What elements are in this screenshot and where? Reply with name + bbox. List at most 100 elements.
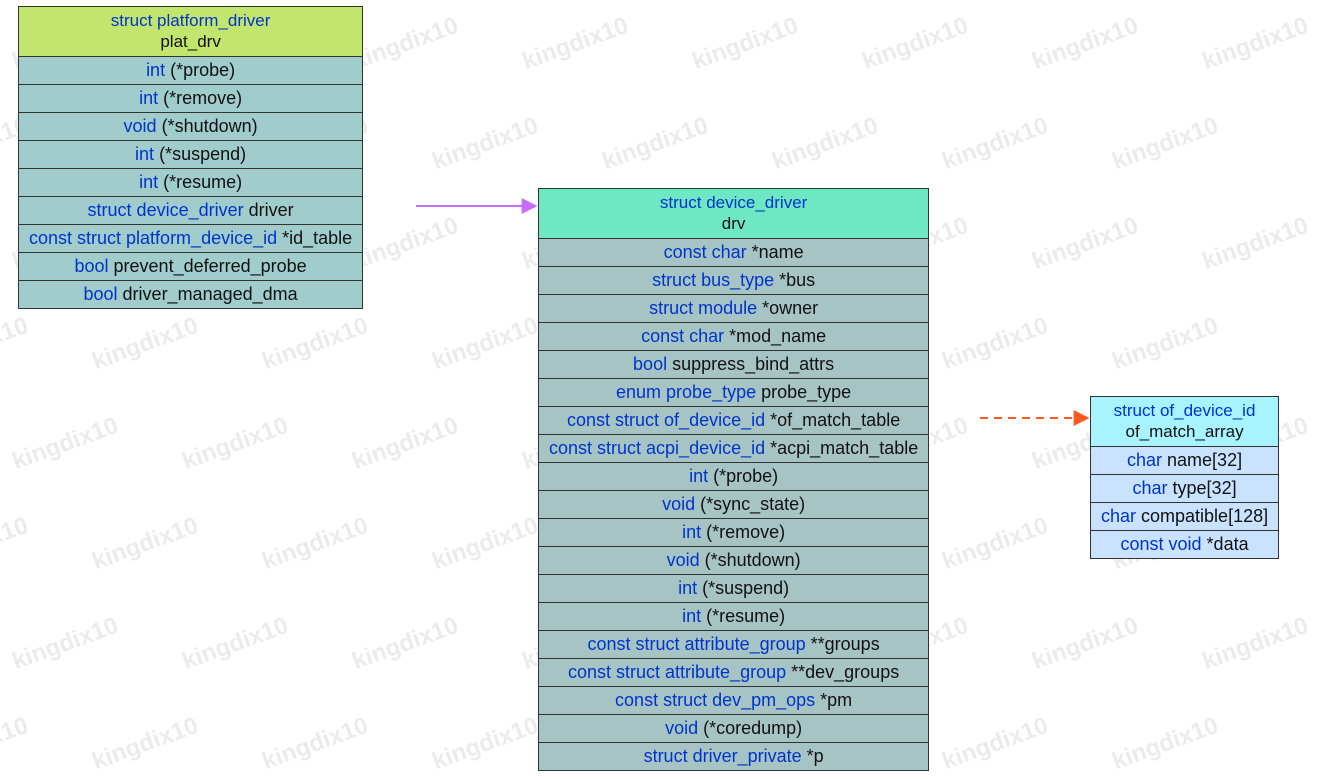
watermark-text: kingdix10	[179, 612, 293, 676]
drv-row: int (*remove)	[539, 518, 929, 546]
drv-type: const struct of_device_id	[567, 410, 765, 430]
plat-row: int (*remove)	[19, 84, 363, 112]
drv-field: probe_type	[756, 382, 851, 402]
watermark-text: kingdix10	[349, 412, 463, 476]
ofm-row: char compatible[128]	[1091, 502, 1279, 530]
drv-type: void	[662, 494, 695, 514]
drv-field: *mod_name	[724, 326, 826, 346]
watermark-text: kingdix10	[1199, 212, 1313, 276]
drv-type: const struct attribute_group	[568, 662, 786, 682]
plat-field: (*suspend)	[154, 144, 246, 164]
plat-type: bool	[84, 284, 118, 304]
drv-row: struct driver_private *p	[539, 742, 929, 770]
drv-row: int (*resume)	[539, 602, 929, 630]
drv-field: (*coredump)	[698, 718, 802, 738]
watermark-text: kingdix10	[0, 712, 32, 776]
drv-field: *name	[747, 242, 804, 262]
drv-row: const struct attribute_group **groups	[539, 630, 929, 658]
ofm-type: char	[1127, 450, 1162, 470]
drv-field: *pm	[815, 690, 852, 710]
watermark-text: kingdix10	[939, 312, 1053, 376]
watermark-text: kingdix10	[349, 12, 463, 76]
drv-field: suppress_bind_attrs	[667, 354, 834, 374]
plat-type: int	[139, 172, 158, 192]
drv-row: int (*suspend)	[539, 574, 929, 602]
watermark-text: kingdix10	[1109, 312, 1223, 376]
drv-row: const struct dev_pm_ops *pm	[539, 686, 929, 714]
drv-field: *p	[802, 746, 824, 766]
watermark-text: kingdix10	[349, 612, 463, 676]
watermark-text: kingdix10	[429, 312, 543, 376]
drv-type: int	[682, 522, 701, 542]
drv-type: const char	[664, 242, 747, 262]
watermark-text: kingdix10	[689, 12, 803, 76]
drv-type: struct driver_private	[644, 746, 802, 766]
plat-type: int	[135, 144, 154, 164]
drv-header: struct device_driver drv	[539, 189, 929, 239]
drv-row: int (*probe)	[539, 462, 929, 490]
plat-field: (*probe)	[165, 60, 235, 80]
watermark-text: kingdix10	[259, 712, 373, 776]
drv-field: *bus	[774, 270, 815, 290]
drv-field: **dev_groups	[786, 662, 899, 682]
drv-type: struct module	[649, 298, 757, 318]
ofm-type: char	[1133, 478, 1168, 498]
drv-type: bool	[633, 354, 667, 374]
struct-of-device-id: struct of_device_id of_match_array char …	[1090, 396, 1279, 559]
drv-field: *acpi_match_table	[765, 438, 918, 458]
drv-row: const char *name	[539, 238, 929, 266]
plat-row: bool driver_managed_dma	[19, 280, 363, 308]
plat-type: bool	[75, 256, 109, 276]
drv-type: const struct attribute_group	[588, 634, 806, 654]
watermark-text: kingdix10	[429, 712, 543, 776]
ofm-row: char name[32]	[1091, 446, 1279, 474]
drv-type: struct bus_type	[652, 270, 774, 290]
drv-field: *of_match_table	[765, 410, 900, 430]
plat-header: struct platform_driver plat_drv	[19, 7, 363, 57]
plat-row: struct device_driver driver	[19, 196, 363, 224]
watermark-text: kingdix10	[1029, 212, 1143, 276]
ofm-type: char	[1101, 506, 1136, 526]
watermark-text: kingdix10	[259, 312, 373, 376]
watermark-text: kingdix10	[1029, 12, 1143, 76]
drv-type: const struct acpi_device_id	[549, 438, 765, 458]
plat-field: (*remove)	[158, 88, 242, 108]
drv-field: (*shutdown)	[700, 550, 801, 570]
plat-type: void	[124, 116, 157, 136]
drv-row: bool suppress_bind_attrs	[539, 350, 929, 378]
drv-row: const struct of_device_id *of_match_tabl…	[539, 406, 929, 434]
drv-type: void	[667, 550, 700, 570]
plat-field: *id_table	[277, 228, 352, 248]
watermark-text: kingdix10	[599, 112, 713, 176]
ofm-row: const void *data	[1091, 530, 1279, 558]
drv-row: const char *mod_name	[539, 322, 929, 350]
struct-platform-driver: struct platform_driver plat_drv int (*pr…	[18, 6, 363, 309]
watermark-text: kingdix10	[939, 512, 1053, 576]
plat-type: struct device_driver	[88, 200, 244, 220]
plat-row: bool prevent_deferred_probe	[19, 252, 363, 280]
watermark-text: kingdix10	[0, 312, 32, 376]
ofm-type: const void	[1121, 534, 1202, 554]
plat-row: void (*shutdown)	[19, 112, 363, 140]
plat-type: int	[139, 88, 158, 108]
drv-row: void (*shutdown)	[539, 546, 929, 574]
drv-type: int	[689, 466, 708, 486]
plat-field: (*resume)	[158, 172, 242, 192]
drv-row: void (*sync_state)	[539, 490, 929, 518]
drv-field: (*probe)	[708, 466, 778, 486]
watermark-text: kingdix10	[1199, 12, 1313, 76]
drv-row: void (*coredump)	[539, 714, 929, 742]
drv-type: int	[682, 606, 701, 626]
drv-type: const char	[641, 326, 724, 346]
drv-field: **groups	[806, 634, 880, 654]
watermark-text: kingdix10	[9, 412, 123, 476]
plat-row: int (*suspend)	[19, 140, 363, 168]
drv-type: enum probe_type	[616, 382, 756, 402]
plat-type: int	[146, 60, 165, 80]
watermark-text: kingdix10	[89, 712, 203, 776]
watermark-text: kingdix10	[1029, 612, 1143, 676]
watermark-text: kingdix10	[1109, 112, 1223, 176]
plat-field: (*shutdown)	[157, 116, 258, 136]
plat-row: int (*resume)	[19, 168, 363, 196]
watermark-text: kingdix10	[89, 512, 203, 576]
